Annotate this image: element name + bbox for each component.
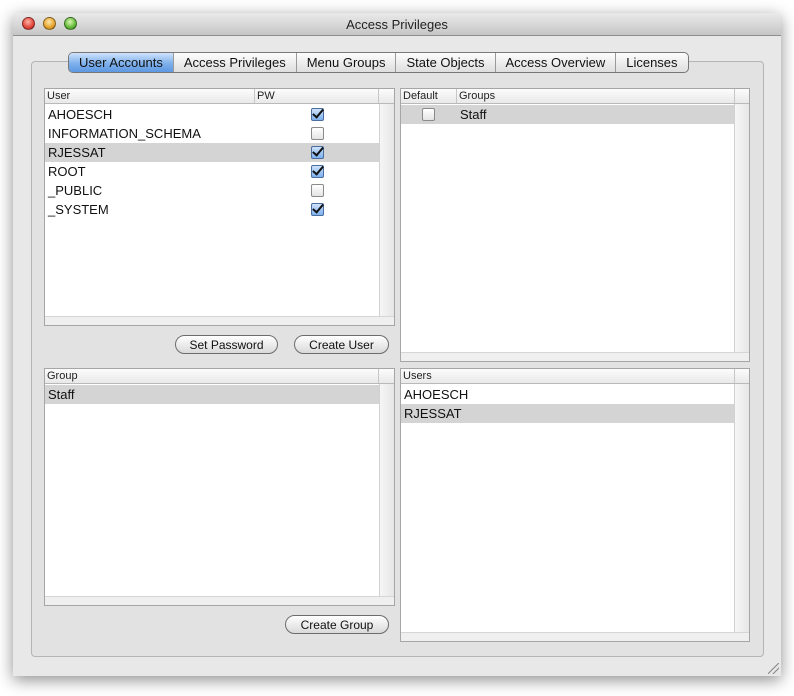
vertical-scrollbar[interactable] — [734, 104, 749, 361]
column-header-groups[interactable]: Groups — [457, 89, 735, 103]
create-group-button[interactable]: Create Group — [285, 615, 389, 634]
horizontal-scrollbar[interactable] — [45, 316, 394, 325]
password-checkbox[interactable] — [311, 203, 324, 216]
window-title: Access Privileges — [346, 17, 448, 32]
horizontal-scrollbar[interactable] — [45, 596, 394, 605]
users-table[interactable]: User PW AHOESCH INFORMATION_SCHEMA RJESS… — [44, 88, 395, 326]
access-privileges-window: Access Privileges User Accounts Access P… — [13, 13, 781, 676]
group-name: Staff — [48, 387, 75, 402]
tab-user-accounts[interactable]: User Accounts — [69, 53, 174, 72]
table-row[interactable]: INFORMATION_SCHEMA — [45, 124, 380, 143]
user-name: _PUBLIC — [48, 183, 103, 198]
user-name: ROOT — [48, 164, 86, 179]
group-users-table[interactable]: Users AHOESCH RJESSAT — [400, 368, 750, 642]
default-group-checkbox[interactable] — [422, 108, 435, 121]
set-password-button[interactable]: Set Password — [175, 335, 278, 354]
title-bar[interactable]: Access Privileges — [13, 13, 781, 36]
column-header-user[interactable]: User — [45, 89, 255, 103]
table-row[interactable]: Staff — [45, 385, 380, 404]
resize-grip-icon[interactable] — [768, 663, 779, 674]
user-name: AHOESCH — [48, 107, 113, 122]
table-row[interactable]: Staff — [401, 105, 735, 124]
user-name: RJESSAT — [48, 145, 106, 160]
table-row[interactable]: RJESSAT — [401, 404, 735, 423]
password-checkbox[interactable] — [311, 184, 324, 197]
vertical-scrollbar[interactable] — [379, 104, 394, 325]
tab-access-overview[interactable]: Access Overview — [496, 53, 617, 72]
column-header-default[interactable]: Default — [401, 89, 457, 103]
password-checkbox[interactable] — [311, 165, 324, 178]
user-name: INFORMATION_SCHEMA — [48, 126, 201, 141]
tab-menu-groups[interactable]: Menu Groups — [297, 53, 397, 72]
tab-state-objects[interactable]: State Objects — [396, 53, 496, 72]
user-name: AHOESCH — [404, 387, 469, 402]
groups-table-header: Group — [45, 369, 394, 384]
user-name: RJESSAT — [404, 406, 462, 421]
column-header-group[interactable]: Group — [45, 369, 379, 383]
horizontal-scrollbar[interactable] — [401, 352, 749, 361]
horizontal-scrollbar[interactable] — [401, 632, 749, 641]
table-row[interactable]: _SYSTEM — [45, 200, 380, 219]
column-header-users[interactable]: Users — [401, 369, 735, 383]
vertical-scrollbar[interactable] — [379, 384, 394, 605]
table-row[interactable]: AHOESCH — [401, 385, 735, 404]
user-groups-table[interactable]: Default Groups Staff — [400, 88, 750, 362]
tab-bar: User Accounts Access Privileges Menu Gro… — [68, 52, 689, 73]
user-groups-table-header: Default Groups — [401, 89, 749, 104]
vertical-scrollbar[interactable] — [734, 384, 749, 641]
create-user-button[interactable]: Create User — [294, 335, 389, 354]
table-row[interactable]: ROOT — [45, 162, 380, 181]
tab-licenses[interactable]: Licenses — [616, 53, 687, 72]
column-header-pw[interactable]: PW — [255, 89, 379, 103]
table-row[interactable]: AHOESCH — [45, 105, 380, 124]
password-checkbox[interactable] — [311, 146, 324, 159]
group-name: Staff — [460, 107, 487, 122]
user-name: _SYSTEM — [48, 202, 109, 217]
tab-access-privileges[interactable]: Access Privileges — [174, 53, 297, 72]
table-row[interactable]: _PUBLIC — [45, 181, 380, 200]
group-users-table-header: Users — [401, 369, 749, 384]
password-checkbox[interactable] — [311, 108, 324, 121]
password-checkbox[interactable] — [311, 127, 324, 140]
users-table-header: User PW — [45, 89, 394, 104]
groups-table[interactable]: Group Staff — [44, 368, 395, 606]
table-row[interactable]: RJESSAT — [45, 143, 380, 162]
